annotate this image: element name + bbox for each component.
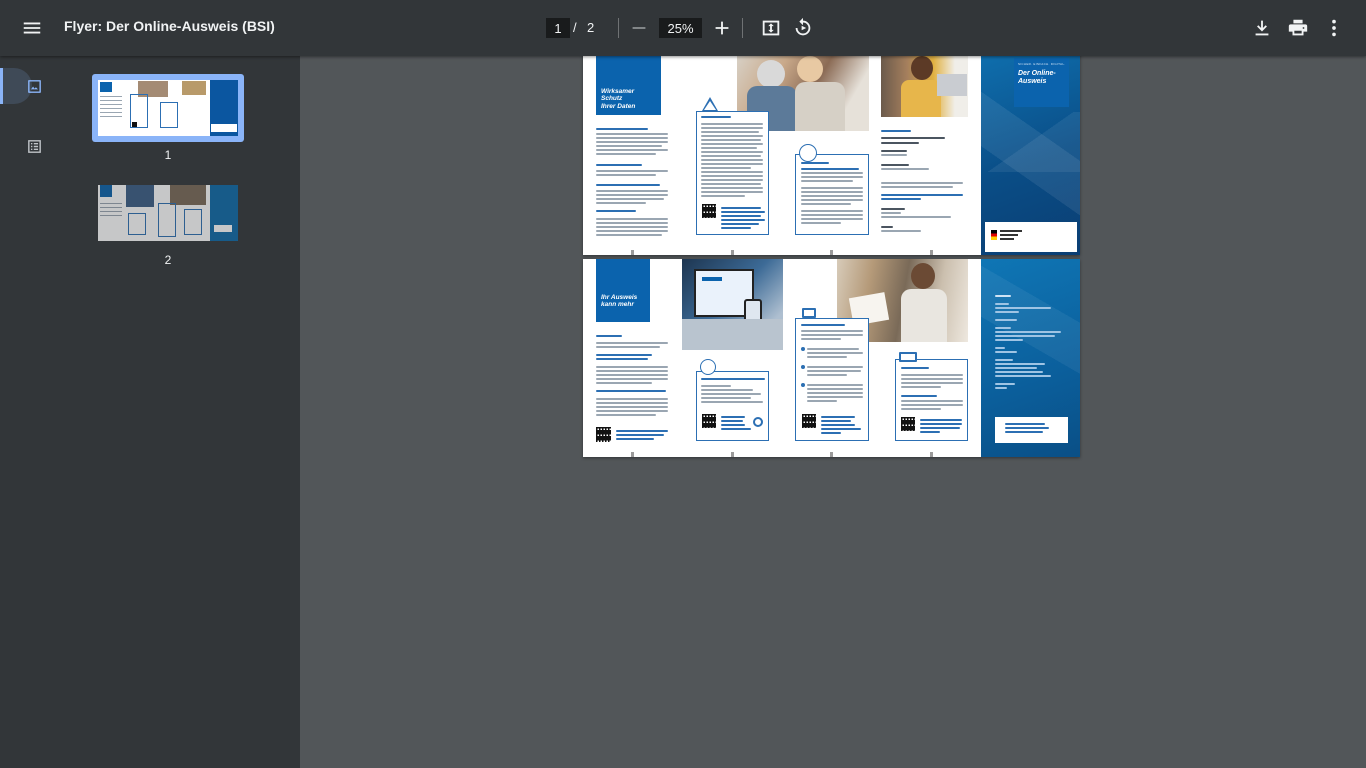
more-vert-icon	[1332, 19, 1336, 37]
laptop-icon	[802, 308, 816, 318]
page-number-input[interactable]	[546, 18, 570, 38]
thumbnail-page-1-label: 1	[164, 148, 172, 162]
thumbnail-sidebar: 1 2	[0, 56, 300, 768]
page2-photo-laptop	[682, 259, 783, 350]
zoom-out-button[interactable]	[621, 10, 657, 46]
qr-code	[802, 414, 816, 428]
clock-icon	[700, 359, 716, 375]
qr-code	[702, 414, 716, 428]
document-page-1: Wirksamer Schutz Ihrer Daten SICHER. EIN…	[583, 52, 1080, 255]
back-panel-link-box	[995, 417, 1068, 443]
cover-tagline: SICHER. EINFACH. DIGITAL.	[1018, 62, 1066, 66]
page2-back-panel	[981, 259, 1080, 457]
document-page-2: Ihr Ausweis kann mehr	[583, 259, 1080, 457]
zoom-input[interactable]	[659, 18, 702, 38]
download-icon	[1255, 20, 1269, 36]
outline-view-tab[interactable]	[1, 128, 67, 164]
thumbnail-page-2-label: 2	[164, 253, 172, 267]
print-icon	[1288, 19, 1308, 36]
zoom-in-button[interactable]	[704, 10, 740, 46]
outline-icon	[27, 139, 41, 153]
fit-to-page-icon	[762, 20, 780, 36]
thumbnail-icon	[27, 79, 41, 93]
page2-heading: Ihr Ausweis kann mehr	[596, 259, 650, 322]
cover-title: Der Online- Ausweis	[1018, 70, 1056, 85]
keyboard-icon	[899, 352, 917, 362]
cover-logo-area	[985, 222, 1077, 252]
rotate-icon	[795, 17, 811, 36]
thumbnail-page-2[interactable]	[98, 185, 238, 241]
toolbar-divider	[742, 18, 743, 38]
more-actions-button[interactable]	[1316, 10, 1352, 46]
menu-icon[interactable]	[14, 10, 50, 46]
qr-code	[901, 417, 915, 431]
thumbnail-view-tab[interactable]	[1, 68, 67, 104]
page1-heading: Wirksamer Schutz Ihrer Daten	[596, 52, 661, 115]
thumbnail-page-1[interactable]	[92, 74, 244, 142]
print-button[interactable]	[1280, 10, 1316, 46]
minus-icon	[632, 27, 646, 29]
document-viewer[interactable]: Wirksamer Schutz Ihrer Daten SICHER. EIN…	[300, 52, 1366, 768]
plus-icon	[715, 21, 729, 35]
phone-icon	[799, 144, 817, 162]
page-total: 2	[587, 20, 595, 35]
fit-to-page-button[interactable]	[753, 10, 789, 46]
rotate-button[interactable]	[785, 10, 821, 46]
toolbar: Flyer: Der Online-Ausweis (BSI) / 2	[0, 0, 1366, 56]
qr-code	[596, 427, 611, 442]
download-button[interactable]	[1244, 10, 1280, 46]
page1-cover-panel: SICHER. EINFACH. DIGITAL. Der Online- Au…	[981, 52, 1080, 255]
thumbnail-page-1-preview	[98, 80, 238, 136]
thumbnail-page-2-preview	[98, 185, 238, 241]
document-title: Flyer: Der Online-Ausweis (BSI)	[64, 18, 275, 34]
page-separator: /	[573, 20, 577, 35]
qr-code	[702, 204, 716, 218]
page2-info-box-1	[696, 371, 769, 441]
toolbar-divider	[618, 18, 619, 38]
page1-photo-woman	[881, 52, 968, 117]
